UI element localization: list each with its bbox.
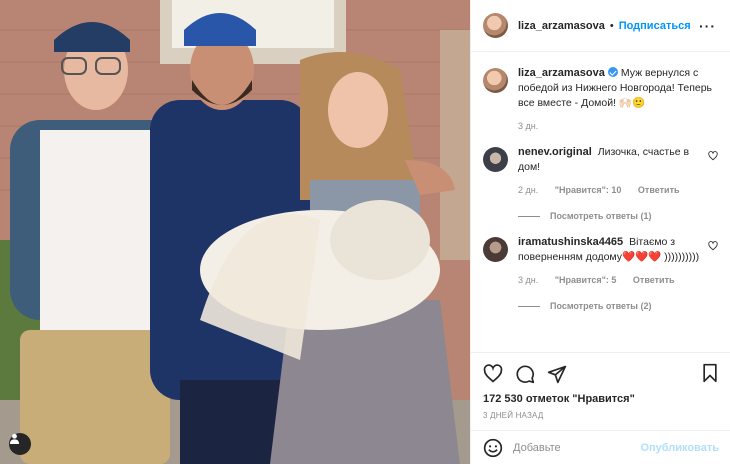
verified-badge-icon bbox=[607, 67, 618, 77]
view-replies-label: Посмотреть ответы (2) bbox=[550, 301, 652, 311]
comment: nenev.original Лизочка, счастье в дом! 2… bbox=[483, 145, 718, 221]
like-heart-icon[interactable] bbox=[483, 364, 503, 384]
comment-username[interactable]: nenev.original bbox=[518, 146, 592, 158]
bookmark-icon[interactable] bbox=[701, 363, 719, 383]
comment-likes[interactable]: "Нравится": 10 bbox=[555, 185, 622, 195]
post-header: liza_arzamasova • Подписаться ··· bbox=[471, 0, 730, 52]
view-replies-label: Посмотреть ответы (1) bbox=[550, 211, 652, 221]
instagram-post-view: liza_arzamasova • Подписаться ··· liza_a… bbox=[0, 0, 730, 464]
comment-time[interactable]: 2 дн. bbox=[518, 185, 538, 195]
post-photo[interactable] bbox=[0, 0, 470, 464]
caption-username[interactable]: liza_arzamasova bbox=[518, 67, 605, 79]
family-photo-illustration bbox=[0, 0, 470, 464]
publish-button[interactable]: Опубликовать bbox=[640, 442, 719, 454]
view-replies-button[interactable]: Посмотреть ответы (2) bbox=[518, 301, 713, 311]
share-paper-plane-icon[interactable] bbox=[547, 364, 567, 384]
posted-ago[interactable]: 3 ДНЕЙ НАЗАД bbox=[483, 411, 719, 420]
comment-like-heart-icon[interactable] bbox=[708, 151, 718, 161]
replies-line bbox=[518, 215, 540, 217]
comment-likes[interactable]: "Нравится": 5 bbox=[555, 275, 617, 285]
avatar[interactable] bbox=[483, 13, 508, 38]
author-username[interactable]: liza_arzamasova bbox=[518, 20, 605, 32]
add-comment-input[interactable]: Добавьте bbox=[513, 442, 640, 454]
comment-time[interactable]: 3 дн. bbox=[518, 275, 538, 285]
avatar[interactable] bbox=[483, 147, 508, 172]
post-details-panel: liza_arzamasova • Подписаться ··· liza_a… bbox=[470, 0, 730, 464]
comment-username[interactable]: iramatushinska4465 bbox=[518, 236, 623, 248]
avatar[interactable] bbox=[483, 237, 508, 262]
comment: iramatushinska4465 Вітаємо з поверненням… bbox=[483, 235, 718, 311]
caption: liza_arzamasova Муж вернулся с победой из… bbox=[483, 66, 718, 131]
post-actions: 172 530 отметок "Нравится" 3 ДНЕЙ НАЗАД bbox=[471, 352, 730, 420]
add-comment-bar: Добавьте Опубликовать bbox=[471, 430, 730, 464]
follow-button[interactable]: Подписаться bbox=[619, 20, 691, 32]
caption-time[interactable]: 3 дн. bbox=[518, 121, 538, 131]
replies-line bbox=[518, 305, 540, 307]
likes-count[interactable]: 172 530 отметок "Нравится" bbox=[483, 393, 719, 405]
emoji-smiley-icon[interactable] bbox=[483, 438, 503, 458]
tagged-user-button[interactable] bbox=[9, 433, 31, 455]
reply-button[interactable]: Ответить bbox=[633, 275, 675, 285]
comments-list: liza_arzamasova Муж вернулся с победой из… bbox=[471, 66, 730, 311]
comment-bubble-icon[interactable] bbox=[515, 364, 535, 384]
more-horizontal-icon[interactable]: ··· bbox=[699, 18, 716, 34]
user-icon bbox=[9, 433, 20, 444]
separator-dot: • bbox=[609, 19, 614, 32]
avatar[interactable] bbox=[483, 68, 508, 93]
comment-like-heart-icon[interactable] bbox=[708, 241, 718, 251]
reply-button[interactable]: Ответить bbox=[638, 185, 680, 195]
view-replies-button[interactable]: Посмотреть ответы (1) bbox=[518, 211, 713, 221]
